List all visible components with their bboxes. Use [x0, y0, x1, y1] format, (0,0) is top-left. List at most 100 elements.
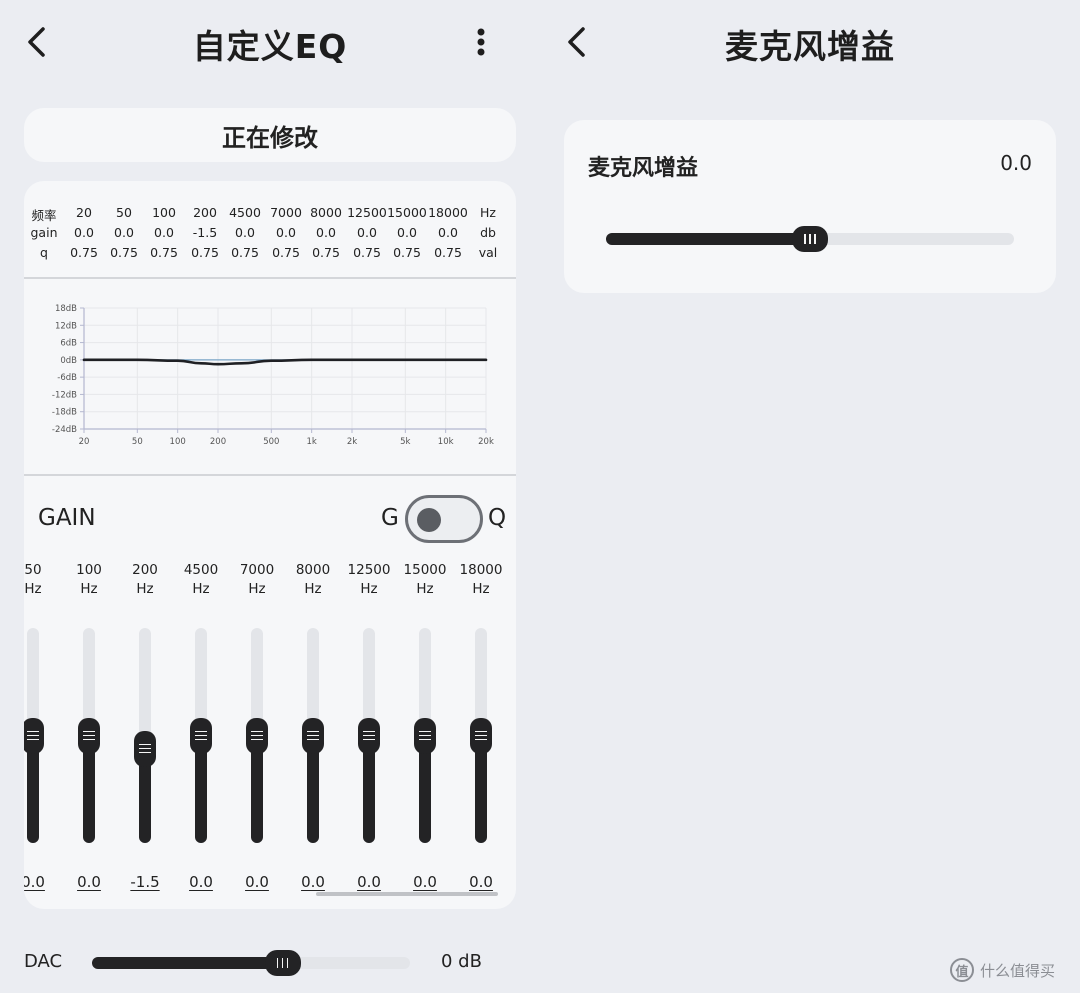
- band-slider-100: 100 Hz 0.0: [61, 561, 117, 891]
- band-gain-thumb[interactable]: [302, 717, 324, 754]
- page-title: 自定义EQ: [192, 27, 348, 66]
- band-frequency-label: 18000 Hz: [453, 561, 509, 599]
- gain-q-toggle[interactable]: [405, 495, 483, 543]
- mode-label: GAIN: [38, 505, 96, 531]
- band-gain-value[interactable]: 0.0: [61, 873, 117, 891]
- band-frequency-label: 4500 Hz: [173, 561, 229, 599]
- band-table-cell: 200: [193, 205, 217, 220]
- band-frequency-label: 15000 Hz: [397, 561, 453, 599]
- band-table-cell: 0.0: [235, 225, 255, 240]
- band-table-cell: 50: [116, 205, 132, 220]
- band-gain-thumb[interactable]: [358, 717, 380, 754]
- band-gain-thumb[interactable]: [24, 717, 44, 754]
- band-table-cell: 0.75: [312, 245, 340, 260]
- band-gain-track[interactable]: [78, 628, 100, 843]
- band-table-cell: 0.75: [191, 245, 219, 260]
- band-unit: Hz: [248, 581, 266, 597]
- divider: [24, 277, 516, 279]
- band-table-cell: 频率: [31, 208, 57, 223]
- chart-eq-curve: [82, 358, 488, 366]
- mic-gain-slider[interactable]: [606, 226, 1014, 252]
- mic-slider-fill: [606, 233, 810, 245]
- band-table-cell: 0.0: [154, 225, 174, 240]
- page-title: 麦克风增益: [725, 27, 895, 66]
- band-table-cell: 20: [76, 205, 92, 220]
- chart-x-tick-label: 50: [132, 437, 143, 447]
- band-gain-track[interactable]: [134, 628, 156, 843]
- band-frequency: 18000: [459, 562, 503, 578]
- status-label: 正在修改: [222, 123, 318, 152]
- band-gain-value[interactable]: 0.0: [453, 873, 509, 891]
- band-gain-value[interactable]: 0.0: [397, 873, 453, 891]
- horizontal-scrollbar[interactable]: [316, 892, 498, 896]
- band-frequency-label: 50 Hz: [24, 561, 61, 599]
- band-table-cell: 0.75: [150, 245, 178, 260]
- band-table-cell: 0.0: [397, 225, 417, 240]
- band-unit: Hz: [304, 581, 322, 597]
- mic-gain-label: 麦克风增益: [588, 156, 699, 181]
- band-table-cell: 0.75: [353, 245, 381, 260]
- band-table-cell: 0.75: [393, 245, 421, 260]
- chart-y-tick-label: -18dB: [52, 408, 77, 418]
- chart-x-tick-label: 200: [210, 437, 226, 447]
- band-slider-15000: 15000 Hz 0.0: [397, 561, 453, 891]
- more-menu-button[interactable]: [461, 22, 501, 62]
- band-gain-thumb[interactable]: [414, 717, 436, 754]
- chart-y-tick-label: 18dB: [55, 304, 77, 314]
- mic-gain-card: 麦克风增益 0.0: [564, 120, 1056, 293]
- dac-slider[interactable]: [92, 950, 410, 976]
- band-frequency: 8000: [295, 562, 331, 578]
- band-table-cell: 4500: [229, 205, 261, 220]
- chart-y-tick-label: -12dB: [52, 390, 77, 400]
- band-gain-thumb[interactable]: [470, 717, 492, 754]
- band-gain-track[interactable]: [302, 628, 324, 843]
- divider: [24, 474, 516, 476]
- band-slider-18000: 18000 Hz 0.0: [453, 561, 509, 891]
- band-unit: Hz: [472, 581, 490, 597]
- band-frequency: 15000: [403, 562, 447, 578]
- band-gain-thumb[interactable]: [134, 730, 156, 767]
- mic-gain-value: 0.0: [1000, 151, 1032, 175]
- mic-slider-thumb[interactable]: [792, 226, 828, 252]
- band-gain-value[interactable]: -1.5: [117, 873, 173, 891]
- band-table-cell: -1.5: [192, 225, 218, 240]
- band-gain-value[interactable]: 0.0: [229, 873, 285, 891]
- band-table-cell: 0.75: [272, 245, 300, 260]
- dac-value: 0 dB: [441, 951, 482, 972]
- band-table-cell: 18000: [428, 205, 468, 220]
- band-gain-value[interactable]: 0.0: [341, 873, 397, 891]
- band-gain-track[interactable]: [246, 628, 268, 843]
- band-table-cell: 8000: [310, 205, 342, 220]
- band-table-cell: val: [478, 245, 498, 260]
- band-table-cell: 0.75: [110, 245, 138, 260]
- band-table-row-频率: 频率 20 50 100 200 4500 7000 8000 12500 15000 18000 H…: [24, 205, 516, 225]
- band-table-cell: db: [480, 225, 496, 240]
- toggle-knob: [417, 508, 441, 532]
- chart-x-tick-label: 2k: [347, 437, 357, 447]
- mic-gain-screen: 麦克风增益 麦克风增益 0.0: [540, 0, 1080, 993]
- band-gain-thumb[interactable]: [78, 717, 100, 754]
- band-frequency-label: 8000 Hz: [285, 561, 341, 599]
- band-slider-8000: 8000 Hz 0.0: [285, 561, 341, 891]
- band-table-cell: 0.75: [231, 245, 259, 260]
- band-frequency: 7000: [239, 562, 275, 578]
- band-table-cell: Hz: [480, 205, 496, 220]
- band-gain-track[interactable]: [358, 628, 380, 843]
- band-gain-thumb[interactable]: [190, 717, 212, 754]
- band-gain-track[interactable]: [24, 628, 44, 843]
- band-gain-value[interactable]: 0.0: [173, 873, 229, 891]
- band-gain-track[interactable]: [190, 628, 212, 843]
- band-gain-value[interactable]: 0.0: [285, 873, 341, 891]
- band-gain-track[interactable]: [470, 628, 492, 843]
- band-gain-value[interactable]: 0.0: [24, 873, 61, 891]
- band-slider-4500: 4500 Hz 0.0: [173, 561, 229, 891]
- chart-y-tick-label: 6dB: [60, 339, 77, 349]
- chart-y-tick-label: -24dB: [52, 425, 77, 435]
- band-gain-track[interactable]: [414, 628, 436, 843]
- band-unit: Hz: [360, 581, 378, 597]
- dac-slider-thumb[interactable]: [264, 950, 301, 976]
- chart-x-tick-label: 20k: [478, 437, 494, 447]
- band-unit: Hz: [192, 581, 210, 597]
- chart-x-tick-label: 1k: [306, 437, 316, 447]
- band-gain-thumb[interactable]: [246, 717, 268, 754]
